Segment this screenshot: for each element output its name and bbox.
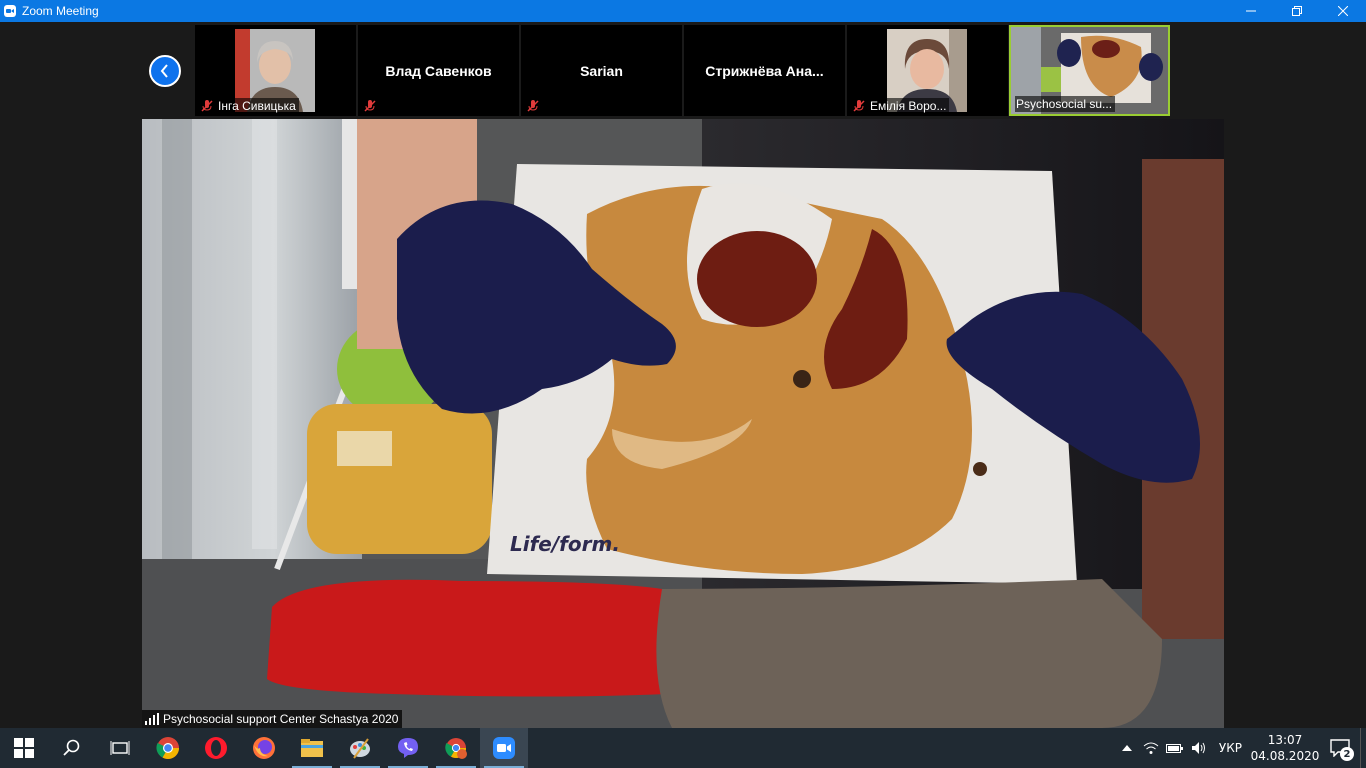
mic-muted-icon xyxy=(527,100,539,112)
participant-tile-1[interactable]: Інга Сивицька xyxy=(195,25,356,116)
system-clock[interactable]: 13:07 04.08.2020 xyxy=(1250,732,1320,764)
action-center-button[interactable]: 2 xyxy=(1320,728,1360,768)
windows-logo-icon xyxy=(14,738,34,758)
chrome-profile-icon xyxy=(445,738,467,759)
taskbar-file-explorer[interactable] xyxy=(288,728,336,768)
notification-count: 2 xyxy=(1340,747,1354,761)
file-explorer-icon xyxy=(301,739,323,757)
participant-label xyxy=(362,98,384,114)
video-owner-label: Psychosocial support Center Schastya 202… xyxy=(142,710,403,728)
show-desktop-button[interactable] xyxy=(1360,728,1366,768)
title-bar: Zoom Meeting xyxy=(0,0,1366,22)
video-frame: Life/form. xyxy=(142,119,1224,728)
viber-icon xyxy=(398,738,418,758)
window-title: Zoom Meeting xyxy=(22,4,99,18)
participant-label xyxy=(525,98,547,114)
minimize-button[interactable] xyxy=(1228,0,1274,22)
participant-tile-6[interactable]: Psychosocial su... xyxy=(1009,25,1170,116)
input-language[interactable]: УКР xyxy=(1211,741,1250,755)
participant-strip: Інга Сивицька Влад Савенков Sarian Стриж… xyxy=(0,22,1366,119)
participant-tile-2[interactable]: Влад Савенков xyxy=(358,25,519,116)
battery-button[interactable] xyxy=(1163,728,1187,768)
participant-label: Інга Сивицька xyxy=(199,98,299,114)
zoom-app-icon xyxy=(4,5,16,17)
task-view-button[interactable] xyxy=(96,728,144,768)
minimize-icon xyxy=(1246,10,1256,12)
windows-taskbar: УКР 13:07 04.08.2020 2 xyxy=(0,728,1366,768)
participant-name: Емілія Воро... xyxy=(870,99,947,113)
wifi-icon xyxy=(1143,742,1159,754)
battery-icon xyxy=(1165,744,1183,753)
close-button[interactable] xyxy=(1320,0,1366,22)
taskbar-opera[interactable] xyxy=(192,728,240,768)
firefox-icon xyxy=(253,737,275,759)
restore-icon xyxy=(1292,6,1302,16)
video-owner-name: Psychosocial support Center Schastya 202… xyxy=(163,712,399,726)
search-icon xyxy=(63,739,80,756)
network-button[interactable] xyxy=(1139,728,1163,768)
chevron-left-icon xyxy=(160,64,168,78)
taskbar-firefox[interactable] xyxy=(240,728,288,768)
clock-time: 13:07 xyxy=(1267,733,1303,747)
participant-name: Стрижнёва Ана... xyxy=(705,62,824,79)
system-tray: УКР 13:07 04.08.2020 2 xyxy=(1115,728,1366,768)
signal-strength-icon xyxy=(145,713,159,725)
previous-page-button[interactable] xyxy=(149,55,181,87)
start-button[interactable] xyxy=(0,728,48,768)
chevron-up-icon xyxy=(1121,745,1132,751)
participant-name: Інга Сивицька xyxy=(218,99,296,113)
participant-tile-3[interactable]: Sarian xyxy=(521,25,682,116)
paint-icon xyxy=(350,738,370,759)
task-view-icon xyxy=(110,741,130,755)
speaker-icon xyxy=(1191,742,1205,754)
participant-tile-4[interactable]: Стрижнёва Ана... xyxy=(684,25,845,116)
taskbar-zoom[interactable] xyxy=(480,728,528,768)
mic-muted-icon xyxy=(364,100,376,112)
close-icon xyxy=(1338,6,1348,16)
participant-tile-5[interactable]: Емілія Воро... xyxy=(847,25,1008,116)
participant-label: Емілія Воро... xyxy=(851,98,950,114)
taskbar-chrome-profile[interactable] xyxy=(432,728,480,768)
taskbar-viber[interactable] xyxy=(384,728,432,768)
board-logo-text: Life/form. xyxy=(510,532,620,556)
zoom-icon xyxy=(493,737,515,759)
chrome-icon xyxy=(156,737,179,759)
search-button[interactable] xyxy=(48,728,96,768)
opera-icon xyxy=(205,737,227,759)
taskbar-chrome[interactable] xyxy=(144,728,192,768)
restore-button[interactable] xyxy=(1274,0,1320,22)
taskbar-paint[interactable] xyxy=(336,728,384,768)
tray-overflow-button[interactable] xyxy=(1115,728,1139,768)
participant-name: Psychosocial su... xyxy=(1016,97,1113,111)
participant-label: Psychosocial su... xyxy=(1015,96,1116,112)
meeting-stage: Інга Сивицька Влад Савенков Sarian Стриж… xyxy=(0,22,1366,728)
clock-date: 04.08.2020 xyxy=(1250,749,1320,763)
main-video: Life/form. Psychosocial support Center S… xyxy=(142,119,1224,728)
volume-button[interactable] xyxy=(1187,728,1211,768)
mic-muted-icon xyxy=(201,100,213,112)
mic-muted-icon xyxy=(853,100,865,112)
